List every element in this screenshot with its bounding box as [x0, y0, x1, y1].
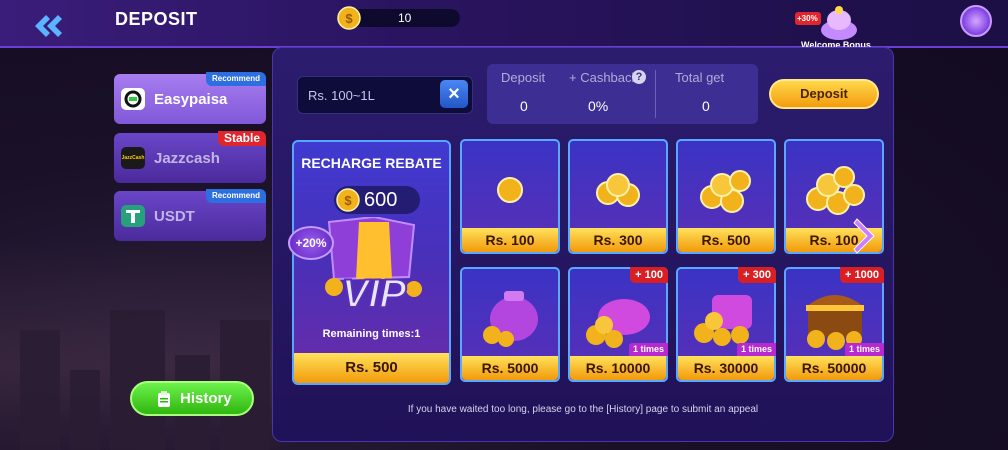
- close-icon[interactable]: ×: [440, 80, 468, 108]
- coin-pile-icon: [586, 299, 650, 348]
- package-tile[interactable]: Rs. 300: [568, 139, 668, 254]
- price-label: Rs. 5000: [462, 356, 558, 380]
- page-title: DEPOSIT: [115, 9, 198, 29]
- svg-text:$: $: [345, 11, 353, 26]
- coin-icon: $: [337, 6, 361, 30]
- svg-text:$: $: [344, 193, 352, 208]
- stable-badge: Stable: [217, 131, 266, 146]
- background-cityscape: [0, 240, 280, 450]
- method-label: Easypaisa: [154, 91, 228, 108]
- package-tile[interactable]: Rs. 100: [460, 139, 560, 254]
- package-tile[interactable]: + 100 1 times Rs. 10000: [568, 267, 668, 382]
- history-label: History: [180, 390, 232, 407]
- welcome-bonus-button[interactable]: +30% Welcome Bonus: [793, 4, 871, 50]
- package-tile[interactable]: + 1000 1 times Rs. 50000: [784, 267, 884, 382]
- coins-icon: [806, 166, 865, 215]
- total-get-value: 0: [702, 98, 710, 114]
- back-arrow-icon[interactable]: [30, 12, 64, 40]
- package-tile[interactable]: Rs. 5000: [460, 267, 560, 382]
- coin-pile-icon: [694, 295, 752, 346]
- rebate-coins: $ 600: [334, 186, 420, 214]
- deposit-label: Deposit: [501, 70, 546, 85]
- vip-treasure-icon: VIP: [325, 217, 422, 317]
- times-badge: 1 times: [736, 343, 776, 356]
- treasure-chest-icon: [806, 295, 864, 350]
- next-arrow-icon[interactable]: [852, 216, 878, 256]
- jazzcash-icon: JazzCash: [121, 147, 145, 169]
- amount-placeholder: Rs. 100~1L: [308, 88, 375, 103]
- divider: [655, 70, 656, 118]
- method-label: Jazzcash: [154, 150, 220, 167]
- rebate-coins-value: 600: [364, 189, 398, 211]
- price-label: Rs. 10000: [570, 356, 666, 380]
- treasure-lamp-icon: [795, 6, 857, 40]
- remaining-times: Remaining times:1: [322, 328, 421, 340]
- history-button[interactable]: History: [130, 381, 254, 416]
- bonus-badge: + 1000: [840, 267, 884, 283]
- price-label: Rs. 500: [678, 228, 774, 252]
- payment-method-usdt[interactable]: USDT Recommend: [114, 189, 266, 241]
- bonus-badge: +30%: [797, 14, 818, 23]
- deposit-button[interactable]: Deposit: [769, 79, 879, 109]
- bonus-badge: + 100: [630, 267, 668, 283]
- price-label: Rs. 100: [462, 228, 558, 252]
- price-label: Rs. 300: [570, 228, 666, 252]
- balance-display: $ 10: [337, 6, 460, 30]
- recharge-rebate-card[interactable]: RECHARGE REBATE $ 600 VIP +20% Remaining…: [288, 140, 451, 385]
- times-badge: 1 times: [628, 343, 668, 356]
- price-label: Rs. 500: [294, 353, 449, 383]
- coins-icon: [700, 170, 751, 213]
- cashback-label: + Cashback: [569, 70, 639, 85]
- deposit-summary: Deposit + Cashback ? 0 0% Total get 0: [487, 64, 758, 124]
- vip-text: VIP: [342, 272, 407, 316]
- easypaisa-icon: [121, 88, 145, 110]
- package-tile[interactable]: + 300 1 times Rs. 30000: [676, 267, 776, 382]
- recommend-badge: Recommend: [205, 189, 266, 203]
- recommend-badge: Recommend: [205, 72, 266, 86]
- method-label: USDT: [154, 208, 195, 225]
- usdt-icon: [121, 205, 145, 227]
- coins-icon: [596, 173, 640, 207]
- clipboard-icon: [158, 391, 170, 407]
- appeal-note: If you have waited too long, please go t…: [407, 404, 759, 415]
- times-badge: 1 times: [844, 343, 884, 356]
- package-tile[interactable]: Rs. 500: [676, 139, 776, 254]
- bonus-badge: +20%: [288, 226, 334, 260]
- bonus-badge: + 300: [738, 267, 776, 283]
- coin-icon: [497, 177, 523, 203]
- balance-value: 10: [398, 11, 412, 25]
- coin-bag-icon: [483, 291, 538, 347]
- deposit-value: 0: [520, 98, 528, 114]
- payment-method-jazzcash[interactable]: JazzCash Jazzcash Stable: [114, 131, 266, 183]
- total-get-label: Total get: [675, 70, 725, 85]
- help-icon[interactable]: ?: [632, 70, 646, 84]
- avatar[interactable]: [960, 5, 992, 37]
- price-label: Rs. 30000: [678, 356, 774, 380]
- coin-icon: $: [336, 188, 360, 212]
- header-bar: DEPOSIT $ 10 +30% Welcome Bonus: [0, 0, 1008, 50]
- cashback-value: 0%: [588, 98, 609, 114]
- rebate-title: RECHARGE REBATE: [301, 155, 442, 171]
- payment-method-easypaisa[interactable]: Easypaisa Recommend: [114, 72, 266, 124]
- price-label: Rs. 50000: [786, 356, 882, 380]
